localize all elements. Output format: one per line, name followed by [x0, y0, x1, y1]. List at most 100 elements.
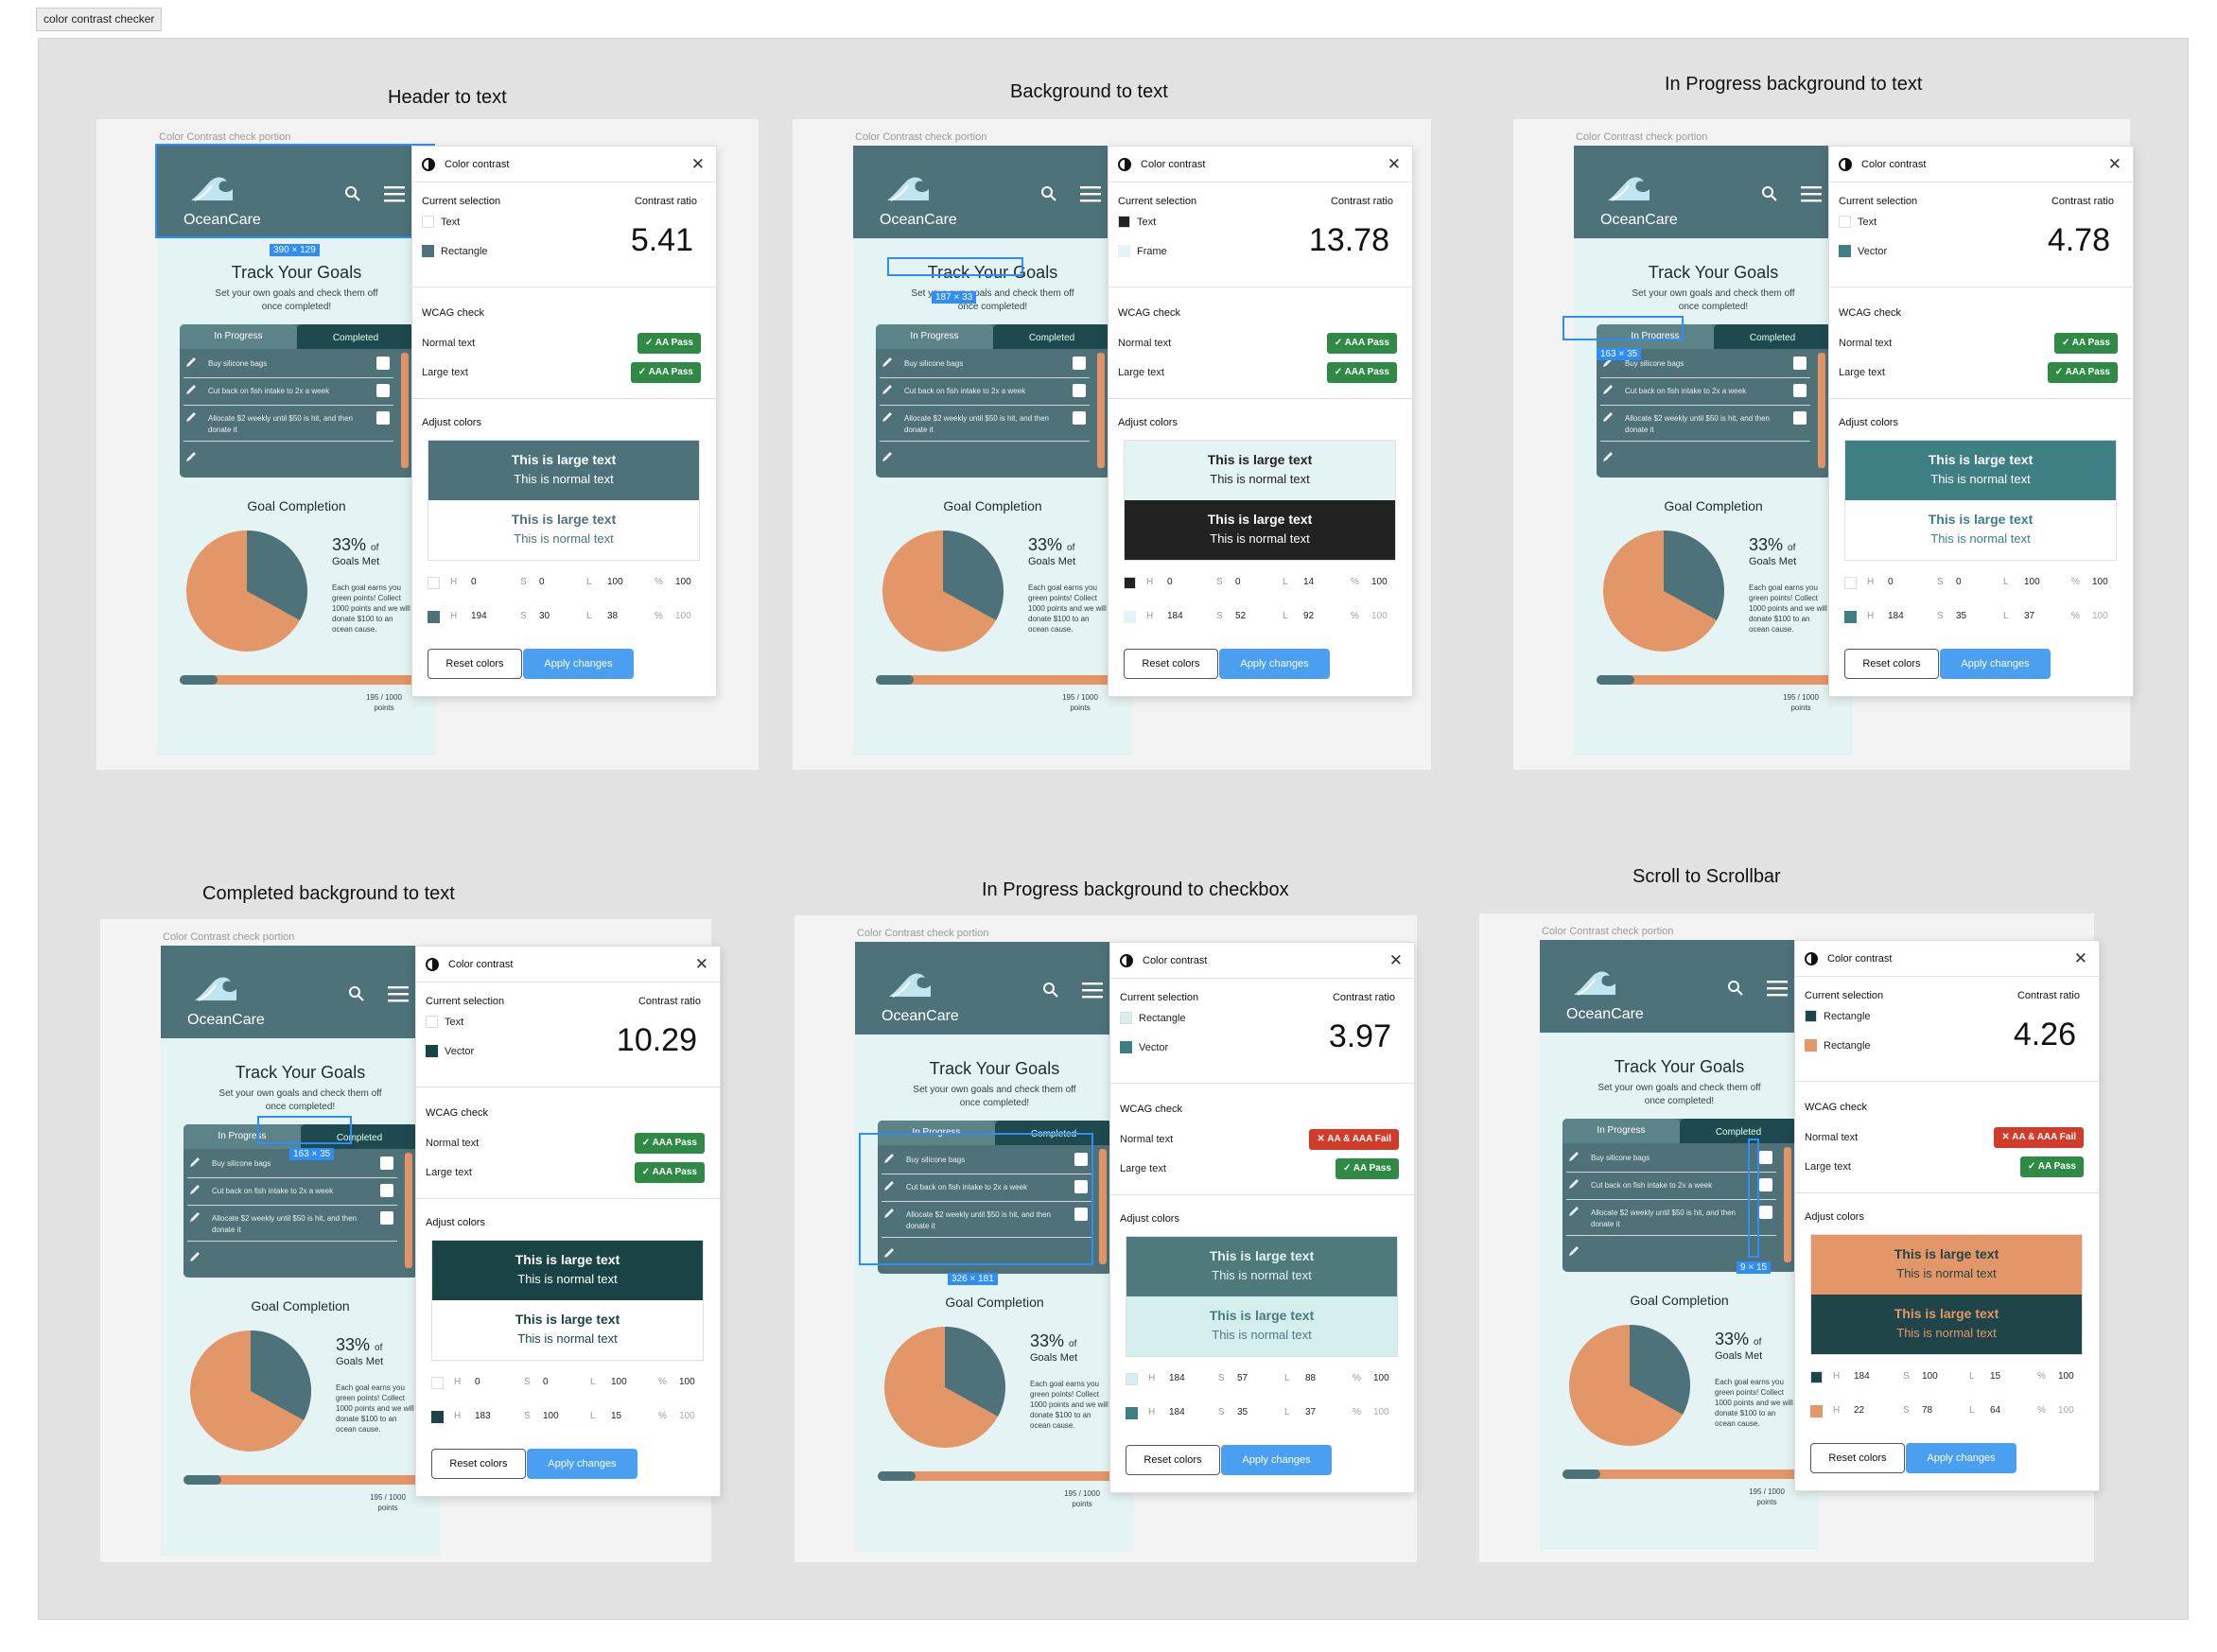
hsl-row-a[interactable]: H 184 S 57 L 88 % 100 — [1126, 1370, 1409, 1389]
apply-changes-button[interactable]: Apply changes — [1906, 1443, 2016, 1473]
search-icon[interactable] — [1042, 982, 1059, 999]
close-icon[interactable]: ✕ — [2074, 950, 2087, 966]
reset-colors-button[interactable]: Reset colors — [428, 649, 522, 679]
scrollbar[interactable] — [405, 1153, 412, 1268]
hsl-swatch-b[interactable] — [431, 1411, 444, 1423]
hsl-row-b[interactable]: H 184 S 52 L 92 % 100 — [1124, 608, 1407, 627]
hsl-swatch-a[interactable] — [431, 1377, 444, 1389]
hsl-swatch-a[interactable] — [1126, 1373, 1138, 1385]
pencil-icon[interactable] — [189, 1184, 201, 1195]
tab-in-progress[interactable]: In Progress — [876, 324, 993, 349]
apply-changes-button[interactable]: Apply changes — [523, 649, 634, 679]
add-goal-pencil-icon[interactable] — [1602, 451, 1614, 462]
tab-completed[interactable]: Completed — [1714, 324, 1831, 349]
pencil-icon[interactable] — [1568, 1178, 1580, 1190]
hsl-row-b[interactable]: H 183 S 100 L 15 % 100 — [431, 1408, 715, 1427]
reset-colors-button[interactable]: Reset colors — [1810, 1443, 1905, 1473]
apply-changes-button[interactable]: Apply changes — [527, 1449, 637, 1479]
hsl-swatch-a[interactable] — [1810, 1371, 1823, 1383]
hsl-swatch-b[interactable] — [1844, 611, 1857, 623]
tab-completed[interactable]: Completed — [1680, 1119, 1797, 1143]
close-icon[interactable]: ✕ — [1389, 952, 1403, 968]
hsl-swatch-b[interactable] — [1124, 611, 1136, 623]
add-goal-pencil-icon[interactable] — [882, 451, 893, 462]
pencil-icon[interactable] — [882, 356, 893, 368]
search-icon[interactable] — [1040, 185, 1057, 202]
goal-checkbox[interactable] — [1793, 384, 1807, 397]
reset-colors-button[interactable]: Reset colors — [1126, 1445, 1220, 1475]
tab-in-progress[interactable]: In Progress — [180, 324, 297, 349]
hsl-row-a[interactable]: H0 S0 L 14 % 100 — [1124, 574, 1407, 593]
hsl-row-a[interactable]: H 184 S 100 L 15 % 100 — [1810, 1368, 2094, 1387]
pencil-icon[interactable] — [189, 1156, 201, 1168]
hamburger-menu-icon[interactable] — [1082, 982, 1103, 999]
add-goal-pencil-icon[interactable] — [185, 451, 197, 462]
hamburger-menu-icon[interactable] — [1080, 185, 1101, 202]
goal-checkbox[interactable] — [376, 411, 390, 425]
goal-checkbox[interactable] — [376, 384, 390, 397]
hsl-swatch-a[interactable] — [1124, 577, 1136, 589]
goal-checkbox[interactable] — [380, 1156, 393, 1170]
hsl-row-a[interactable]: H0 S0 L 100 % 100 — [1844, 574, 2128, 593]
goal-checkbox[interactable] — [1073, 384, 1086, 397]
hamburger-menu-icon[interactable] — [1801, 185, 1822, 202]
close-icon[interactable]: ✕ — [691, 156, 705, 172]
pencil-icon[interactable] — [1602, 384, 1614, 395]
hsl-swatch-a[interactable] — [1844, 577, 1857, 589]
pencil-icon[interactable] — [185, 411, 197, 423]
pencil-icon[interactable] — [1568, 1151, 1580, 1162]
hamburger-menu-icon[interactable] — [388, 985, 409, 1002]
search-icon[interactable] — [348, 985, 365, 1002]
goal-checkbox[interactable] — [380, 1211, 393, 1225]
tab-completed[interactable]: Completed — [297, 324, 414, 349]
hsl-row-b[interactable]: H 194 S 30 L 38 % 100 — [428, 608, 711, 627]
hamburger-menu-icon[interactable] — [1767, 980, 1788, 997]
goal-checkbox[interactable] — [1759, 1206, 1772, 1219]
pencil-icon[interactable] — [185, 384, 197, 395]
reset-colors-button[interactable]: Reset colors — [1124, 649, 1218, 679]
apply-changes-button[interactable]: Apply changes — [1219, 649, 1330, 679]
pencil-icon[interactable] — [1568, 1206, 1580, 1217]
search-icon[interactable] — [1727, 980, 1744, 997]
hsl-swatch-b[interactable] — [1126, 1407, 1138, 1419]
goal-checkbox[interactable] — [1759, 1178, 1772, 1191]
scrollbar[interactable] — [1818, 353, 1825, 468]
scrollbar[interactable] — [1784, 1147, 1791, 1262]
close-icon[interactable]: ✕ — [2108, 156, 2121, 172]
goal-checkbox[interactable] — [1793, 356, 1807, 370]
large-text-label: Large text — [1805, 1161, 1851, 1173]
search-icon[interactable] — [1761, 185, 1778, 202]
pencil-icon[interactable] — [189, 1211, 201, 1223]
tab-completed[interactable]: Completed — [993, 324, 1110, 349]
goal-checkbox[interactable] — [380, 1184, 393, 1197]
hsl-swatch-b[interactable] — [1810, 1405, 1823, 1417]
pencil-icon[interactable] — [882, 411, 893, 423]
apply-changes-button[interactable]: Apply changes — [1940, 649, 2051, 679]
goal-checkbox[interactable] — [376, 356, 390, 370]
hsl-row-b[interactable]: H 184 S 35 L 37 % 100 — [1126, 1404, 1409, 1423]
scrollbar[interactable] — [1099, 1149, 1107, 1264]
close-icon[interactable]: ✕ — [1388, 156, 1401, 172]
goal-checkbox[interactable] — [1793, 411, 1807, 425]
pencil-icon[interactable] — [1602, 411, 1614, 423]
pencil-icon[interactable] — [185, 356, 197, 368]
goal-checkbox[interactable] — [1759, 1151, 1772, 1164]
tab-in-progress[interactable]: In Progress — [1562, 1119, 1680, 1143]
hsl-swatch-b[interactable] — [428, 611, 440, 623]
hsl-row-b[interactable]: H 184 S 35 L 37 % 100 — [1844, 608, 2128, 627]
hsl-row-a[interactable]: H0 S0 L 100 % 100 — [431, 1374, 715, 1393]
apply-changes-button[interactable]: Apply changes — [1221, 1445, 1332, 1475]
scrollbar[interactable] — [401, 353, 409, 468]
goal-checkbox[interactable] — [1073, 411, 1086, 425]
scrollbar[interactable] — [1097, 353, 1105, 468]
add-goal-pencil-icon[interactable] — [189, 1251, 201, 1262]
pencil-icon[interactable] — [882, 384, 893, 395]
goal-checkbox[interactable] — [1073, 356, 1086, 370]
hsl-row-a[interactable]: H0 S0 L 100 % 100 — [428, 574, 711, 593]
reset-colors-button[interactable]: Reset colors — [431, 1449, 526, 1479]
add-goal-pencil-icon[interactable] — [1568, 1245, 1580, 1257]
reset-colors-button[interactable]: Reset colors — [1844, 649, 1939, 679]
hsl-row-b[interactable]: H 22 S 78 L 64 % 100 — [1810, 1402, 2094, 1421]
hsl-swatch-a[interactable] — [428, 577, 440, 589]
close-icon[interactable]: ✕ — [695, 956, 708, 972]
